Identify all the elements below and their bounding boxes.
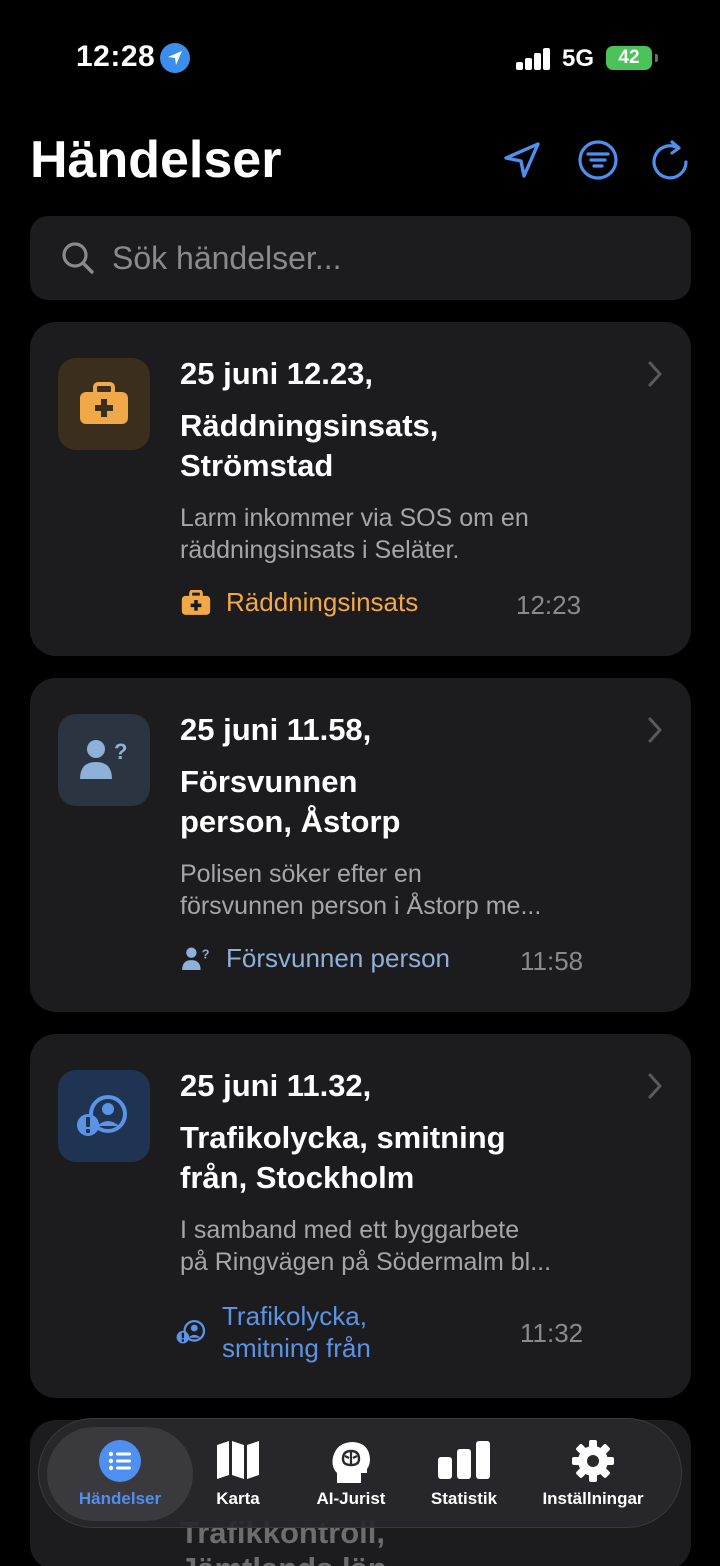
filter-icon <box>578 140 618 180</box>
missing-person-icon: ? <box>180 944 212 974</box>
event-heading: 25 juni 11.58, Försvunnen person, Åstorp <box>180 710 620 842</box>
tab-label: Statistik <box>430 1489 498 1508</box>
traffic-accident-icon <box>176 1317 208 1347</box>
tab-bar: Händelser Karta AI-Jurist Statistik Inst… <box>38 1418 682 1528</box>
search-bar[interactable] <box>30 216 691 300</box>
event-category-line: Trafikolycka, <box>222 1301 367 1331</box>
tab-statistik[interactable]: Statistik <box>423 1419 505 1529</box>
event-description: Polisen söker efter en försvunnen person… <box>180 858 620 922</box>
event-date: 25 juni 12.23, <box>180 356 373 391</box>
event-type-badge <box>58 1070 150 1162</box>
event-title-line: Jämtlands län <box>180 1551 387 1566</box>
search-icon <box>62 242 94 274</box>
event-category: ? Försvunnen person <box>180 943 450 974</box>
svg-text:?: ? <box>202 947 210 961</box>
event-description-line: räddningsinsats i Seläter. <box>180 536 460 564</box>
event-heading: 25 juni 11.32, Trafikolycka, smitning fr… <box>180 1066 620 1198</box>
traffic-accident-icon <box>77 1095 127 1136</box>
event-type-badge <box>58 358 150 450</box>
location-active-icon <box>160 43 190 73</box>
event-title: från, Stockholm <box>180 1160 415 1195</box>
chevron-right-icon <box>648 1073 662 1099</box>
event-description-line: Polisen söker efter en <box>180 860 422 888</box>
event-title: Räddningsinsats, <box>180 408 439 443</box>
event-title: Försvunnen <box>180 764 358 799</box>
tab-handelser[interactable]: Händelser <box>47 1427 193 1521</box>
event-date: 25 juni 11.32, <box>180 1068 372 1103</box>
navigation-arrow-icon <box>504 142 540 178</box>
event-date: 25 juni 11.58, <box>180 712 372 747</box>
event-description-line: Larm inkommer via SOS om en <box>180 504 529 532</box>
gear-icon <box>572 1440 614 1482</box>
location-button[interactable] <box>500 138 544 182</box>
event-card[interactable]: ? 25 juni 11.58, Försvunnen person, Åsto… <box>30 678 691 1012</box>
status-time: 12:28 <box>76 40 156 73</box>
event-time: 11:32 <box>520 1318 584 1348</box>
refresh-icon <box>652 140 688 180</box>
first-aid-kit-icon <box>180 588 212 618</box>
event-category-label: Försvunnen person <box>226 943 451 973</box>
tab-label: AI-Jurist <box>316 1489 386 1508</box>
refresh-button[interactable] <box>648 138 692 182</box>
brain-icon <box>332 1442 370 1483</box>
event-category-label: Trafikolycka, smitning från <box>222 1300 371 1364</box>
svg-text:?: ? <box>114 739 127 764</box>
event-description-line: I samband med ett byggarbete <box>180 1216 520 1244</box>
tab-karta[interactable]: Karta <box>199 1419 277 1529</box>
cellular-signal-icon <box>516 48 552 70</box>
status-bar: 12:28 5G 42 <box>0 0 720 110</box>
tab-label: Karta <box>216 1489 260 1508</box>
event-description-line: på Ringvägen på Södermalm bl... <box>180 1248 552 1276</box>
event-description: I samband med ett byggarbete på Ringväge… <box>180 1214 620 1278</box>
event-time: 12:23 <box>516 590 582 620</box>
event-description: Larm inkommer via SOS om en räddningsins… <box>180 502 620 566</box>
event-heading: 25 juni 12.23, Räddningsinsats, Strömsta… <box>180 354 620 486</box>
page-title: Händelser <box>30 131 282 189</box>
event-category-line: smitning från <box>222 1333 371 1363</box>
map-icon <box>217 1441 259 1479</box>
event-type-badge: ? <box>58 714 150 806</box>
event-category: Räddningsinsats <box>180 587 418 618</box>
event-title: Strömstad <box>180 448 334 483</box>
event-title: Trafikolycka, smitning <box>180 1120 506 1155</box>
tab-label: Inställningar <box>542 1489 644 1508</box>
tab-installningar[interactable]: Inställningar <box>529 1419 657 1529</box>
event-category: Trafikolycka, smitning från <box>176 1300 371 1364</box>
chart-icon <box>438 1441 490 1479</box>
list-icon <box>99 1440 141 1482</box>
event-description-line: försvunnen person i Åstorp me... <box>180 892 542 920</box>
search-input[interactable] <box>112 234 672 282</box>
event-card[interactable]: 25 juni 11.32, Trafikolycka, smitning fr… <box>30 1034 691 1398</box>
first-aid-kit-icon <box>80 382 128 424</box>
chevron-right-icon <box>648 717 662 743</box>
missing-person-icon: ? <box>80 739 127 779</box>
tab-ai-jurist[interactable]: AI-Jurist <box>301 1419 401 1529</box>
event-title: person, Åstorp <box>180 804 401 839</box>
chevron-right-icon <box>648 361 662 387</box>
event-time: 11:58 <box>520 946 584 976</box>
event-category-label: Räddningsinsats <box>226 587 419 617</box>
network-type: 5G <box>562 45 595 72</box>
tab-label: Händelser <box>78 1489 162 1508</box>
filter-button[interactable] <box>576 138 620 182</box>
battery-level: 42 <box>618 47 640 68</box>
battery-icon: 42 <box>606 46 658 70</box>
event-card[interactable]: 25 juni 12.23, Räddningsinsats, Strömsta… <box>30 322 691 656</box>
